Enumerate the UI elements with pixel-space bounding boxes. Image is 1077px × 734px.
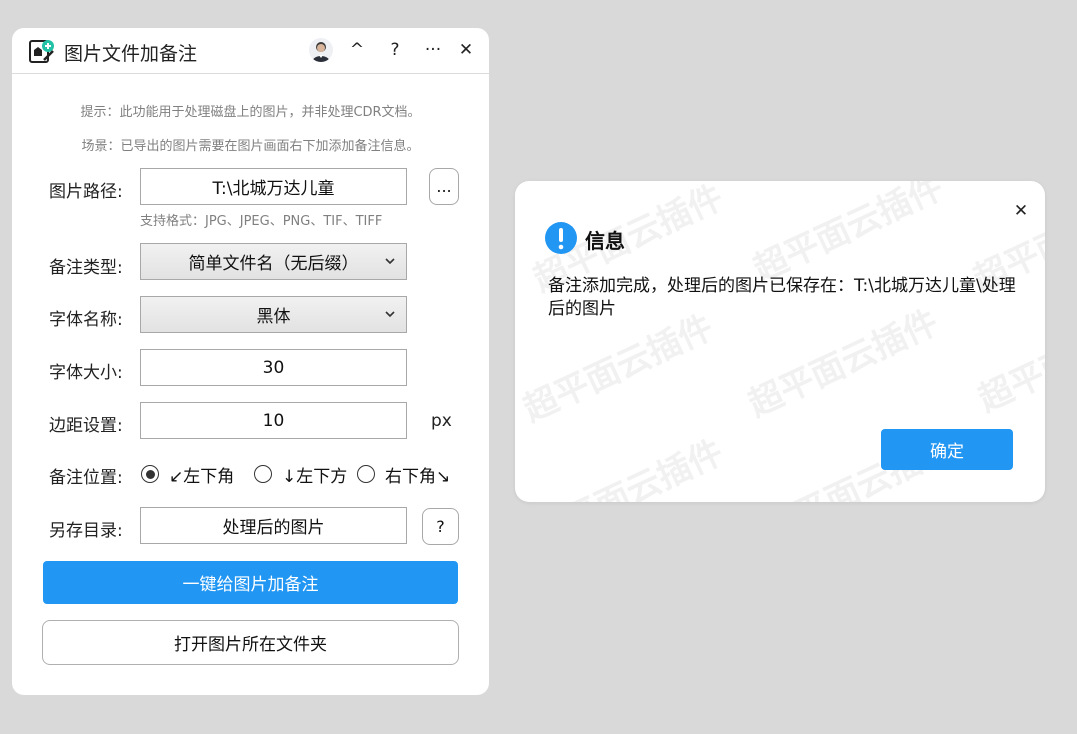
app-logo-icon — [29, 40, 54, 63]
ok-button[interactable]: 确定 — [881, 429, 1013, 470]
radio-unselected[interactable] — [254, 465, 272, 483]
image-path-field[interactable] — [140, 168, 407, 205]
note-type-value: 简单文件名（无后缀） — [188, 254, 359, 274]
font-name-select[interactable]: 黑体 — [140, 296, 407, 333]
save-dir-field[interactable] — [140, 507, 407, 544]
position-option-label: ↓左下方 — [282, 466, 348, 487]
margin-unit: px — [431, 411, 452, 431]
save-dir-help-button[interactable]: ? — [422, 508, 459, 545]
dialog-message: 备注添加完成，处理后的图片已保存在：T:\北城万达儿童\处理后的图片 — [548, 276, 1016, 319]
radio-selected[interactable] — [141, 465, 159, 483]
main-panel: 图片文件加备注 ^ ? ··· ✕ 提示：此功能用于处理磁盘上的图片，并非处理C… — [12, 28, 489, 695]
more-button[interactable]: ··· — [419, 36, 447, 64]
open-folder-button[interactable]: 打开图片所在文件夹 — [42, 620, 459, 665]
supported-formats-text: 支持格式：JPG、JPEG、PNG、TIF、TIFF — [140, 214, 383, 229]
note-type-select[interactable]: 简单文件名（无后缀） — [140, 243, 407, 280]
chevron-down-icon — [385, 258, 395, 265]
info-dialog: 超平面云插件 超平面云插件 超平面云插件 超平面云插件 超平面云插件 超平面云插… — [515, 181, 1045, 502]
close-button[interactable]: ✕ — [452, 36, 480, 64]
save-dir-label: 另存目录: — [49, 521, 123, 541]
position-option-label: ↙左下角 — [169, 466, 235, 487]
margin-input[interactable] — [141, 403, 406, 438]
watermark: 超平面云插件 — [527, 432, 730, 502]
dialog-close-button[interactable]: ✕ — [1011, 201, 1031, 221]
font-name-value: 黑体 — [256, 307, 291, 327]
browse-button[interactable]: ... — [429, 168, 459, 205]
position-option-bottom-left-below[interactable]: ↓左下方 — [254, 462, 348, 487]
user-avatar[interactable] — [309, 38, 333, 62]
margin-field[interactable] — [140, 402, 407, 439]
title-bar: 图片文件加备注 ^ ? ··· ✕ — [12, 28, 489, 74]
font-size-label: 字体大小: — [49, 363, 123, 383]
font-size-field[interactable] — [140, 349, 407, 386]
chevron-down-icon — [385, 311, 395, 318]
margin-label: 边距设置: — [49, 416, 123, 436]
dialog-title: 信息 — [585, 229, 625, 253]
app-title: 图片文件加备注 — [64, 43, 198, 65]
save-dir-input[interactable] — [141, 508, 406, 543]
collapse-button[interactable]: ^ — [343, 36, 371, 64]
position-option-bottom-left[interactable]: ↙左下角 — [141, 462, 235, 487]
add-note-button[interactable]: 一键给图片加备注 — [43, 561, 458, 604]
position-option-bottom-right[interactable]: 右下角↘ — [357, 462, 451, 487]
radio-unselected[interactable] — [357, 465, 375, 483]
image-path-label: 图片路径: — [49, 182, 123, 202]
font-name-label: 字体名称: — [49, 310, 123, 330]
position-option-label: 右下角↘ — [385, 466, 451, 487]
help-button[interactable]: ? — [381, 36, 409, 64]
image-path-input[interactable] — [141, 169, 406, 204]
tip-text: 提示：此功能用于处理磁盘上的图片，并非处理CDR文档。 — [80, 105, 421, 120]
scene-text: 场景：已导出的图片需要在图片画面右下加添加备注信息。 — [81, 139, 420, 154]
exclamation-icon — [545, 222, 577, 254]
user-avatar-icon — [312, 42, 330, 62]
position-label: 备注位置: — [49, 468, 123, 488]
font-size-input[interactable] — [141, 350, 406, 385]
note-type-label: 备注类型: — [49, 258, 123, 278]
